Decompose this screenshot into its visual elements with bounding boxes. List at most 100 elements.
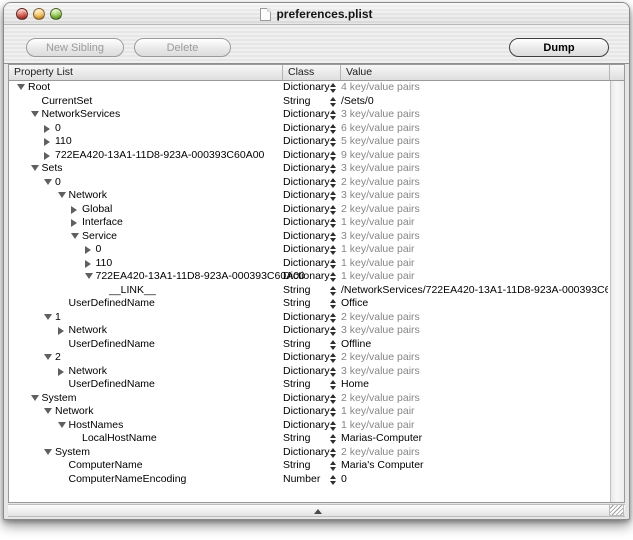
row-key[interactable]: ComputerNameEncoding: [69, 473, 187, 487]
row-value[interactable]: /NetworkServices/722EA420-13A1-11D8-923A…: [341, 284, 608, 298]
disclosure-triangle-closed-icon[interactable]: [71, 206, 77, 214]
class-stepper-icon[interactable]: [329, 421, 336, 431]
disclosure-triangle-open-icon[interactable]: [44, 314, 52, 320]
table-row[interactable]: Network Dictionary 3 key/value pairs: [9, 189, 610, 203]
row-value[interactable]: Home: [341, 378, 608, 392]
row-key[interactable]: NetworkServices: [42, 108, 121, 122]
row-class[interactable]: Dictionary: [283, 446, 330, 460]
row-value[interactable]: 2 key/value pairs: [341, 203, 608, 217]
column-divider[interactable]: [282, 65, 283, 80]
class-stepper-icon[interactable]: [329, 259, 336, 269]
class-stepper-icon[interactable]: [329, 313, 336, 323]
row-class[interactable]: String: [283, 378, 310, 392]
row-key[interactable]: Service: [82, 230, 117, 244]
row-class[interactable]: String: [283, 432, 310, 446]
disclosure-triangle-open-icon[interactable]: [85, 273, 93, 279]
row-key[interactable]: UserDefinedName: [69, 378, 155, 392]
disclosure-triangle-open-icon[interactable]: [44, 354, 52, 360]
class-stepper-icon[interactable]: [329, 97, 336, 107]
row-value[interactable]: 5 key/value pairs: [341, 135, 608, 149]
class-stepper-icon[interactable]: [329, 448, 336, 458]
class-stepper-icon[interactable]: [329, 272, 336, 282]
row-key[interactable]: Network: [69, 189, 108, 203]
class-stepper-icon[interactable]: [329, 286, 336, 296]
row-key[interactable]: 722EA420-13A1-11D8-923A-000393C60A00: [55, 149, 264, 163]
column-divider[interactable]: [340, 65, 341, 80]
row-class[interactable]: Dictionary: [283, 135, 330, 149]
table-row[interactable]: SystemDictionary2 key/value pairs: [9, 392, 610, 406]
row-key[interactable]: 722EA420-13A1-11D8-923A-000393C60A00: [96, 270, 305, 284]
dump-button[interactable]: Dump: [509, 38, 609, 57]
row-class[interactable]: Dictionary: [283, 122, 330, 136]
disclosure-triangle-closed-icon[interactable]: [85, 260, 91, 268]
class-stepper-icon[interactable]: [329, 380, 336, 390]
row-value[interactable]: 1 key/value pair: [341, 405, 608, 419]
row-key[interactable]: 110: [96, 257, 113, 271]
row-key[interactable]: Interface: [82, 216, 123, 230]
disclosure-triangle-closed-icon[interactable]: [44, 125, 50, 133]
table-row[interactable]: GlobalDictionary2 key/value pairs: [9, 203, 610, 217]
row-class[interactable]: Dictionary: [283, 392, 330, 406]
delete-button[interactable]: Delete: [134, 38, 231, 57]
row-class[interactable]: String: [283, 338, 310, 352]
row-key[interactable]: LocalHostName: [82, 432, 157, 446]
table-row[interactable]: UserDefinedNameStringOffline: [9, 338, 610, 352]
disclosure-triangle-open-icon[interactable]: [31, 395, 39, 401]
vertical-scrollbar[interactable]: [610, 81, 624, 502]
row-key[interactable]: UserDefinedName: [69, 338, 155, 352]
disclosure-triangle-closed-icon[interactable]: [44, 152, 50, 160]
class-stepper-icon[interactable]: [329, 461, 336, 471]
row-class[interactable]: Dictionary: [283, 419, 330, 433]
row-class[interactable]: Dictionary: [283, 405, 330, 419]
table-row[interactable]: 0Dictionary2 key/value pairs: [9, 176, 610, 190]
class-stepper-icon[interactable]: [329, 218, 336, 228]
row-key[interactable]: UserDefinedName: [69, 297, 155, 311]
row-value[interactable]: 1 key/value pair: [341, 243, 608, 257]
row-value[interactable]: 4 key/value pairs: [341, 81, 608, 95]
row-class[interactable]: Dictionary: [283, 216, 330, 230]
row-key[interactable]: 0: [55, 122, 61, 136]
row-value[interactable]: 3 key/value pairs: [341, 108, 608, 122]
row-class[interactable]: Dictionary: [283, 203, 330, 217]
row-value[interactable]: 3 key/value pairs: [341, 189, 608, 203]
row-class[interactable]: Dictionary: [283, 108, 330, 122]
disclosure-triangle-closed-icon[interactable]: [44, 138, 50, 146]
row-class[interactable]: String: [283, 95, 310, 109]
row-class[interactable]: String: [283, 284, 310, 298]
table-row[interactable]: 722EA420-13A1-11D8-923A-000393C60A00 Dict…: [9, 149, 610, 163]
class-stepper-icon[interactable]: [329, 83, 336, 93]
class-stepper-icon[interactable]: [329, 434, 336, 444]
row-value[interactable]: 1 key/value pair: [341, 216, 608, 230]
row-class[interactable]: Dictionary: [283, 351, 330, 365]
disclosure-triangle-closed-icon[interactable]: [58, 368, 64, 376]
title-bar[interactable]: preferences.plist: [4, 3, 629, 25]
column-header-class[interactable]: Class: [288, 66, 314, 78]
column-header-value[interactable]: Value: [346, 66, 372, 78]
row-key[interactable]: 1: [55, 311, 61, 325]
row-value[interactable]: 3 key/value pairs: [341, 230, 608, 244]
row-class[interactable]: Dictionary: [283, 189, 330, 203]
row-class[interactable]: Dictionary: [283, 176, 330, 190]
row-value[interactable]: /Sets/0: [341, 95, 608, 109]
row-key[interactable]: 0: [96, 243, 102, 257]
row-class[interactable]: Dictionary: [283, 230, 330, 244]
class-stepper-icon[interactable]: [329, 475, 336, 485]
row-value[interactable]: 1 key/value pair: [341, 419, 608, 433]
row-key[interactable]: Root: [28, 81, 50, 95]
table-row[interactable]: UserDefinedName String Home: [9, 378, 610, 392]
row-value[interactable]: Maria's Computer: [341, 459, 608, 473]
disclosure-triangle-open-icon[interactable]: [44, 449, 52, 455]
row-class[interactable]: String: [283, 459, 310, 473]
table-row[interactable]: NetworkDictionary1 key/value pair: [9, 405, 610, 419]
disclosure-triangle-open-icon[interactable]: [71, 233, 79, 239]
resize-grip-icon[interactable]: [609, 504, 624, 516]
table-row[interactable]: 110Dictionary1 key/value pair: [9, 257, 610, 271]
class-stepper-icon[interactable]: [329, 326, 336, 336]
row-class[interactable]: Dictionary: [283, 149, 330, 163]
table-row[interactable]: LocalHostNameStringMarias-Computer: [9, 432, 610, 446]
table-row[interactable]: SystemDictionary2 key/value pairs: [9, 446, 610, 460]
table-row[interactable]: 0Dictionary1 key/value pair: [9, 243, 610, 257]
row-value[interactable]: 0: [341, 473, 608, 487]
row-key[interactable]: System: [55, 446, 90, 460]
disclosure-triangle-open-icon[interactable]: [31, 111, 39, 117]
